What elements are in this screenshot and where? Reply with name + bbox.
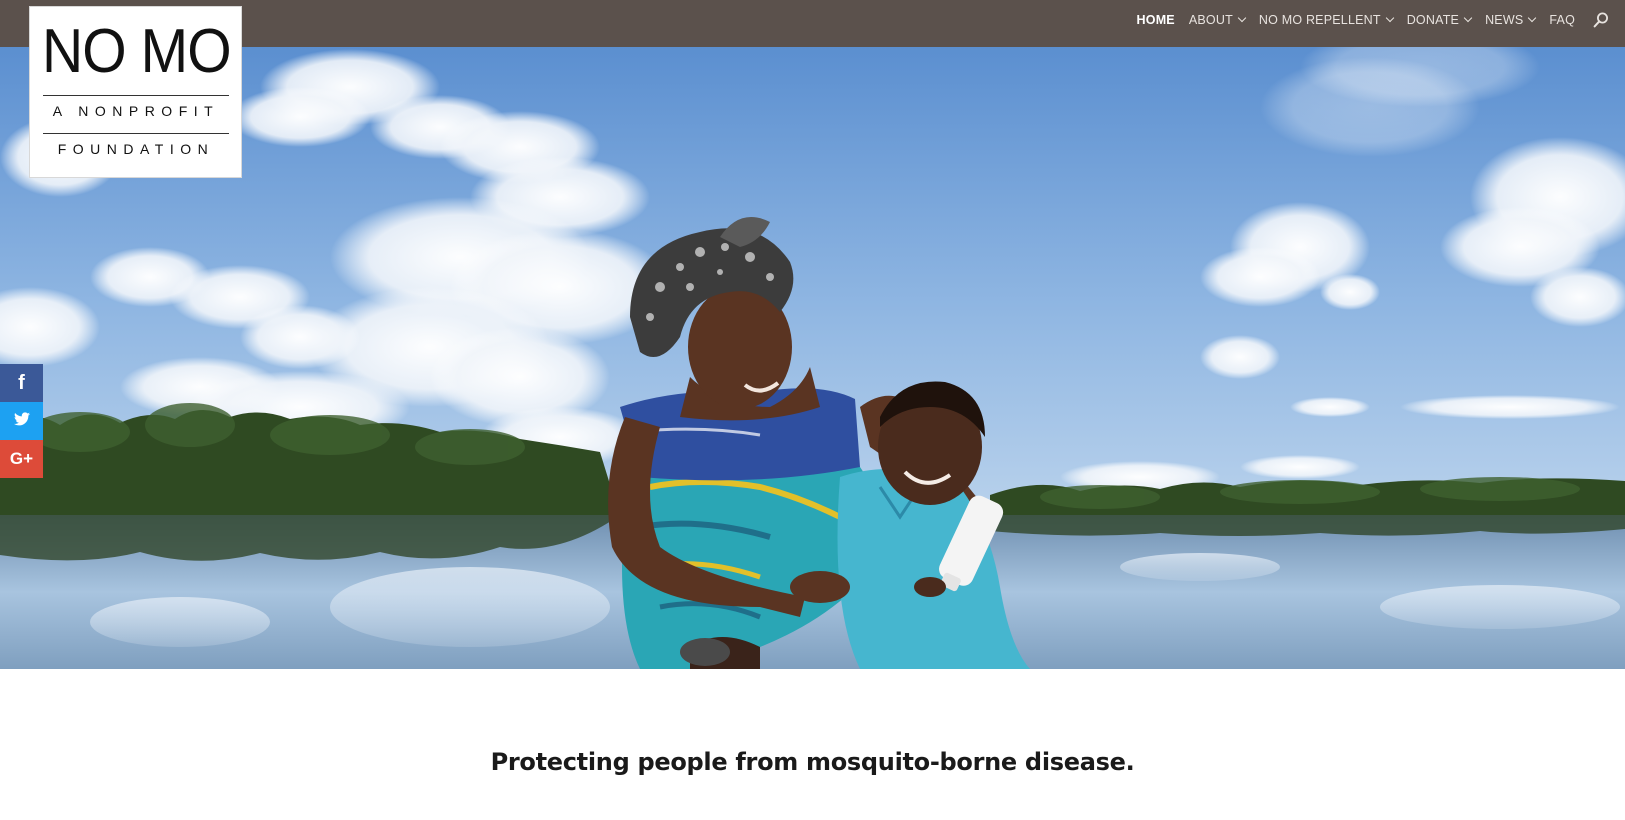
googleplus-share-button[interactable]: G+ xyxy=(0,440,43,478)
chevron-down-icon xyxy=(1463,13,1473,23)
nav-item-no-mo-repellent[interactable]: NO MO REPELLENT xyxy=(1258,13,1394,27)
main-nav: HOME ABOUT NO MO REPELLENT DONATE NEWS F… xyxy=(1123,0,1609,40)
site-logo[interactable]: NO MO A NONPROFIT FOUNDATION xyxy=(29,6,242,178)
googleplus-icon: G+ xyxy=(9,449,34,468)
nav-item-home[interactable]: HOME xyxy=(1137,13,1175,27)
nav-item-home-label: HOME xyxy=(1136,13,1175,27)
logo-divider xyxy=(43,95,229,96)
logo-title: NO MO xyxy=(42,17,232,86)
page-tagline: Protecting people from mosquito-borne di… xyxy=(490,748,1135,776)
facebook-share-button[interactable]: f xyxy=(0,364,43,402)
nav-item-repellent-label: NO MO REPELLENT xyxy=(1258,13,1381,27)
chevron-down-icon xyxy=(1528,13,1537,23)
nav-item-faq-label: FAQ xyxy=(1549,13,1575,27)
twitter-icon xyxy=(13,411,30,431)
logo-divider xyxy=(43,133,229,134)
twitter-share-button[interactable] xyxy=(0,402,43,440)
chevron-down-icon xyxy=(1385,13,1394,23)
hero-photo-illustration xyxy=(0,47,1625,669)
nav-item-about-label: ABOUT xyxy=(1188,13,1233,27)
nav-item-news[interactable]: NEWS xyxy=(1485,13,1537,27)
top-navigation-bar: HOME ABOUT NO MO REPELLENT DONATE NEWS F… xyxy=(0,0,1625,47)
nav-item-donate-label: DONATE xyxy=(1406,13,1460,27)
facebook-icon: f xyxy=(18,371,25,394)
nav-item-about[interactable]: ABOUT xyxy=(1188,13,1247,27)
social-share-sidebar: f G+ xyxy=(0,364,43,478)
nav-item-faq[interactable]: FAQ xyxy=(1549,13,1575,27)
logo-subtitle-line1: A NONPROFIT xyxy=(52,103,220,119)
search-icon[interactable] xyxy=(1593,12,1609,28)
chevron-down-icon xyxy=(1237,13,1247,23)
nav-item-news-label: NEWS xyxy=(1485,13,1524,27)
logo-subtitle-line2: FOUNDATION xyxy=(57,141,215,157)
hero-image xyxy=(0,47,1625,669)
nav-item-donate[interactable]: DONATE xyxy=(1406,13,1473,27)
